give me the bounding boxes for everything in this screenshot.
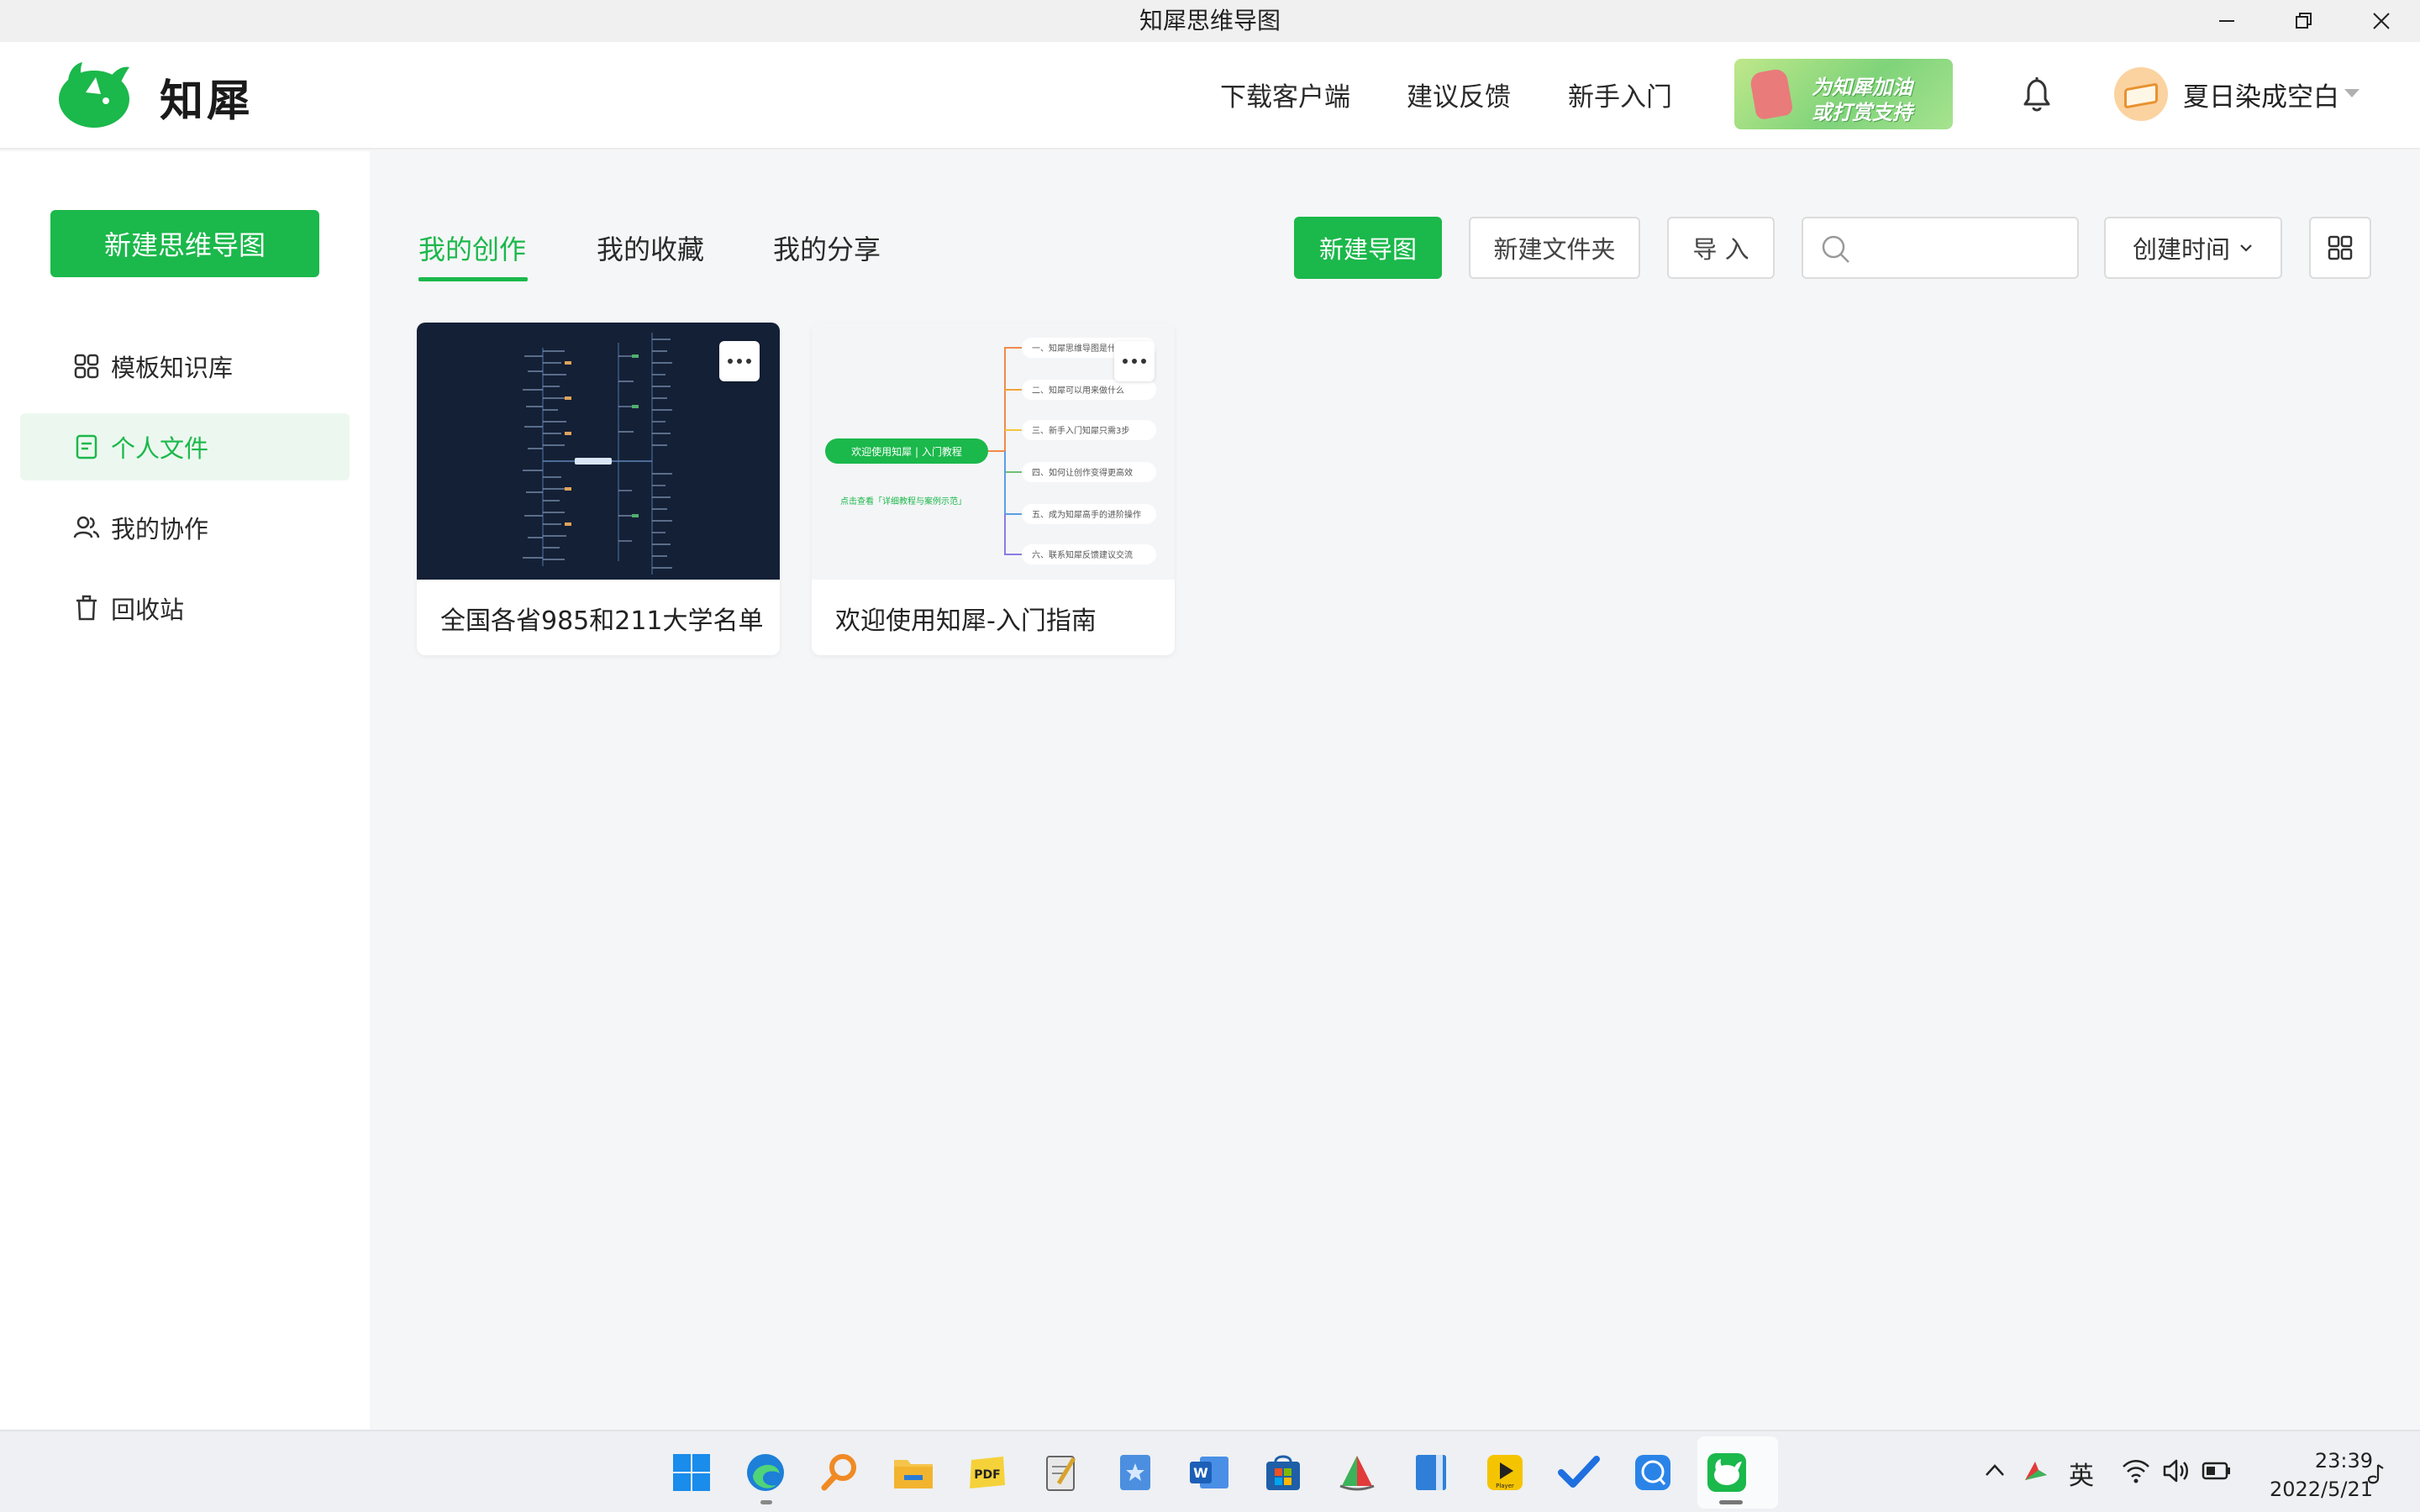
ime-indicator[interactable]: 英 (2069, 1455, 2094, 1492)
document-icon (72, 433, 101, 461)
bell-icon[interactable] (2017, 72, 2057, 116)
branch-2: 二、知犀可以用来做什么 (1032, 385, 1124, 396)
fist-icon (1749, 67, 1794, 121)
sidebar-item-template-library[interactable]: 模板知识库 (20, 333, 350, 400)
branch-6: 六、联系知犀反馈建议交流 (1032, 549, 1133, 560)
tab-my-shares[interactable]: 我的分享 (773, 228, 881, 267)
root-node: 欢迎使用知犀 | 入门教程 (851, 445, 962, 458)
more-dots-icon (1123, 359, 1146, 364)
tab-my-creations[interactable]: 我的创作 (418, 228, 526, 267)
branch-4: 四、如何让创作变得更高效 (1032, 467, 1133, 478)
support-promo-banner[interactable]: 为知犀加油 或打赏支持 (1734, 59, 1953, 129)
todo-app-icon[interactable] (1556, 1450, 1602, 1495)
clock-time: 23:39 (2314, 1449, 2373, 1473)
nav-feedback[interactable]: 建议反馈 (1407, 76, 1511, 113)
store-icon[interactable] (1260, 1450, 1306, 1495)
chevron-down-icon (2240, 244, 2252, 252)
window-title: 知犀思维导图 (1139, 7, 1281, 34)
active-tab-indicator (418, 277, 528, 281)
file-name: 全国各省985和211大学名单 (440, 606, 764, 636)
sidebar-item-label: 个人文件 (111, 434, 209, 463)
more-options-button[interactable] (719, 341, 760, 381)
nav-beginner-guide[interactable]: 新手入门 (1568, 76, 1672, 113)
tab-my-favorites[interactable]: 我的收藏 (597, 228, 704, 267)
tutorial-link: 点击查看「详细教程与案例示范」 (840, 496, 966, 507)
branch-3: 三、新手入门知犀只需3步 (1032, 425, 1129, 436)
users-icon (72, 513, 101, 542)
restore-button[interactable] (2265, 0, 2343, 42)
svg-text:W: W (1193, 1465, 1208, 1481)
app-tray-icon[interactable] (2022, 1457, 2050, 1485)
sort-label: 创建时间 (2132, 235, 2230, 264)
svg-text:Player: Player (1496, 1483, 1514, 1489)
svg-text:PDF: PDF (974, 1468, 1000, 1482)
import-button[interactable]: 导 入 (1667, 217, 1775, 279)
search-input[interactable] (1865, 227, 2067, 269)
sidebar-item-personal-files[interactable]: 个人文件 (20, 413, 350, 480)
running-indicator (760, 1500, 772, 1504)
sidebar-item-label: 模板知识库 (111, 354, 234, 382)
sidebar-item-label: 回收站 (111, 596, 185, 624)
book-icon (2124, 82, 2158, 109)
sail-app-icon[interactable] (1334, 1450, 1380, 1495)
user-name[interactable]: 夏日染成空白 (2183, 76, 2339, 113)
wifi-icon[interactable] (2121, 1457, 2151, 1485)
file-card[interactable]: 全国各省985和211大学名单 (417, 323, 780, 655)
close-icon (2373, 13, 2390, 29)
grid-view-button[interactable] (2309, 217, 2371, 279)
grid-view-icon (2328, 235, 2353, 260)
avatar[interactable] (2114, 67, 2168, 121)
trash-icon (72, 594, 101, 622)
start-menu-icon[interactable] (669, 1450, 714, 1495)
pdf-reader-icon[interactable]: PDF (965, 1450, 1010, 1495)
minimize-icon (2219, 20, 2234, 22)
app-header: 知犀 下载客户端 建议反馈 新手入门 为知犀加油 或打赏支持 夏日染成空白 (0, 42, 2420, 150)
search-icon (1822, 235, 1849, 263)
sidebar-item-recycle-bin[interactable]: 回收站 (20, 575, 350, 642)
close-button[interactable] (2343, 0, 2420, 42)
clock-date: 2022/5/21 (2269, 1478, 2373, 1501)
sidebar-item-collaboration[interactable]: 我的协作 (20, 494, 350, 561)
new-folder-button[interactable]: 新建文件夹 (1469, 217, 1640, 279)
zhixi-app-icon[interactable] (1704, 1450, 1749, 1495)
bookmark-app-icon[interactable] (1113, 1450, 1158, 1495)
more-dots-icon (728, 359, 751, 364)
video-player-icon[interactable]: Player (1482, 1450, 1528, 1495)
file-explorer-icon[interactable] (891, 1450, 936, 1495)
branch-1: 一、知犀思维导图是什 (1032, 343, 1116, 354)
battery-icon[interactable] (2202, 1460, 2232, 1482)
file-card[interactable]: 一、知犀思维导图是什 二、知犀可以用来做什么 三、新手入门知犀只需3步 四、如何… (812, 323, 1175, 655)
word-icon[interactable]: W (1186, 1450, 1232, 1495)
sidebar-item-label: 我的协作 (111, 515, 209, 543)
nav-download-client[interactable]: 下载客户端 (1220, 76, 1350, 113)
new-mindmap-button[interactable]: 新建思维导图 (50, 210, 319, 277)
system-clock[interactable]: 23:39 2022/5/21 (2269, 1446, 2373, 1504)
rhino-logo-icon[interactable] (57, 59, 131, 129)
sidebar: 新建思维导图 模板知识库 个人文件 我的协作 回收站 (0, 151, 370, 1430)
taskbar: PDF W Player 英 23:39 2022/5/21 (0, 1430, 2420, 1512)
new-map-button[interactable]: 新建导图 (1294, 217, 1442, 279)
file-name: 欢迎使用知犀-入门指南 (835, 606, 1097, 636)
chevron-up-icon[interactable] (1983, 1460, 2007, 1480)
search-app-icon[interactable] (817, 1450, 862, 1495)
branch-5: 五、成为知犀高手的进阶操作 (1032, 509, 1141, 520)
dictionary-app-icon[interactable] (1630, 1450, 1676, 1495)
minimize-button[interactable] (2188, 0, 2265, 42)
notification-icon[interactable] (2363, 1462, 2388, 1487)
notebook-app-icon[interactable] (1408, 1450, 1454, 1495)
more-options-button[interactable] (1114, 341, 1155, 381)
promo-line-2: 或打赏支持 (1812, 101, 1912, 124)
user-menu-caret-icon[interactable] (2344, 89, 2360, 97)
brand-name: 知犀 (160, 76, 255, 127)
restore-icon (2296, 13, 2312, 29)
running-indicator (1719, 1500, 1743, 1504)
template-grid-icon (72, 352, 101, 381)
sort-dropdown[interactable]: 创建时间 (2104, 217, 2282, 279)
search-box[interactable] (1802, 217, 2079, 279)
title-bar: 知犀思维导图 (0, 0, 2420, 42)
volume-icon[interactable] (2161, 1457, 2191, 1485)
notepad-icon[interactable] (1039, 1450, 1084, 1495)
edge-browser-icon[interactable] (743, 1450, 788, 1495)
